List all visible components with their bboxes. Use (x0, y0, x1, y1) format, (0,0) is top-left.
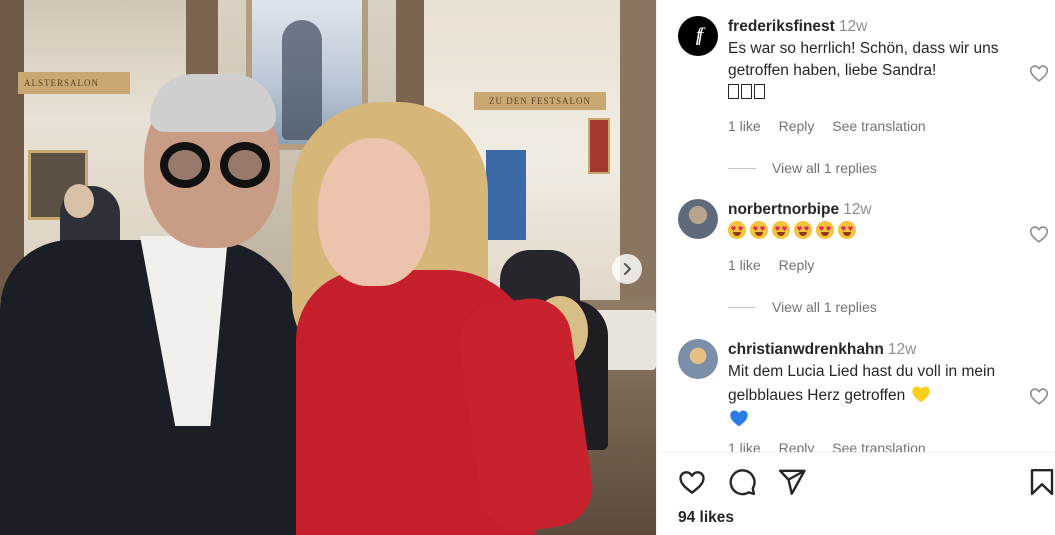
photo-banner-left: ALSTERSALON (18, 72, 130, 94)
like-comment-heart-icon[interactable] (1028, 385, 1050, 407)
photo-banner-right: ZU DEN FESTSALON (474, 92, 606, 110)
blue-heart-icon (730, 410, 748, 427)
photo-pillar (0, 0, 24, 300)
reply-button[interactable]: Reply (779, 118, 815, 134)
likes-count[interactable]: 94 likes (678, 509, 734, 527)
replies-divider (728, 306, 756, 308)
share-icon[interactable] (777, 467, 807, 497)
heart-icon[interactable] (677, 467, 707, 497)
photo-man-hair (150, 74, 276, 132)
view-replies-label: View all 1 replies (772, 299, 877, 315)
bookmark-icon[interactable] (1027, 467, 1055, 497)
star-struck-emoji-icon (750, 221, 768, 239)
comment-meta: 1 like Reply See translation (728, 440, 940, 452)
photo-door (486, 150, 526, 240)
star-struck-emoji-icon (772, 221, 790, 239)
comment-body: norbertnorbipe 12w (728, 199, 1008, 243)
comment-username[interactable]: norbertnorbipe (728, 201, 839, 218)
comment-username[interactable]: christianwdrenkhahn (728, 341, 884, 358)
avatar[interactable] (678, 339, 718, 379)
comment-list[interactable]: ff frederiksfinest 12w Es war so herrlich… (657, 0, 1055, 452)
like-comment-heart-icon[interactable] (1028, 62, 1050, 84)
comment-time[interactable]: 12w (843, 201, 871, 218)
post-action-bar: 94 likes (657, 452, 1055, 535)
comment-time[interactable]: 12w (888, 341, 916, 358)
chevron-right-icon (624, 263, 631, 275)
photo-man-glasses (160, 142, 272, 188)
see-translation-button[interactable]: See translation (832, 118, 925, 134)
like-comment-heart-icon[interactable] (1028, 223, 1050, 245)
avatar[interactable]: ff (678, 16, 718, 56)
avatar[interactable] (678, 199, 718, 239)
comment-icon[interactable] (727, 467, 757, 497)
comment-likes[interactable]: 1 like (728, 440, 761, 452)
star-struck-emoji-row (728, 221, 860, 240)
star-struck-emoji-icon (838, 221, 856, 239)
star-struck-emoji-icon (794, 221, 812, 239)
comment-time[interactable]: 12w (839, 18, 867, 35)
photo-guest-head (64, 184, 94, 218)
avatar-logo: ff (695, 25, 703, 46)
comment-likes[interactable]: 1 like (728, 118, 761, 134)
reply-button[interactable]: Reply (779, 257, 815, 273)
comment-meta: 1 like Reply See translation (728, 118, 940, 134)
comment-body: christianwdrenkhahn 12w Mit dem Lucia Lie… (728, 339, 1008, 431)
see-translation-button[interactable]: See translation (832, 440, 925, 452)
comment-body: frederiksfinest 12w Es war so herrlich! S… (728, 16, 1008, 104)
comment-meta: 1 like Reply (728, 257, 828, 273)
photo-painting (588, 118, 610, 174)
photo-woman-face (318, 138, 430, 286)
view-replies-label: View all 1 replies (772, 160, 877, 176)
comments-panel: ff frederiksfinest 12w Es war so herrlich… (656, 0, 1055, 535)
replies-divider (728, 167, 756, 169)
comment-text: Mit dem Lucia Lied hast du voll in mein … (728, 363, 996, 404)
photo-tile-figure (282, 20, 322, 140)
yellow-heart-icon (911, 386, 930, 403)
post-photo: ALSTERSALON ZU DEN FESTSALON (0, 0, 656, 535)
comment-username[interactable]: frederiksfinest (728, 18, 835, 35)
star-struck-emoji-icon (728, 221, 746, 239)
next-photo-button[interactable] (612, 254, 642, 284)
comment-likes[interactable]: 1 like (728, 257, 761, 273)
view-replies-button[interactable]: View all 1 replies (728, 299, 877, 315)
comment-glyphs (728, 84, 767, 101)
view-replies-button[interactable]: View all 1 replies (728, 160, 877, 176)
comment-text: Es war so herrlich! Schön, dass wir uns … (728, 40, 999, 79)
reply-button[interactable]: Reply (779, 440, 815, 452)
star-struck-emoji-icon (816, 221, 834, 239)
